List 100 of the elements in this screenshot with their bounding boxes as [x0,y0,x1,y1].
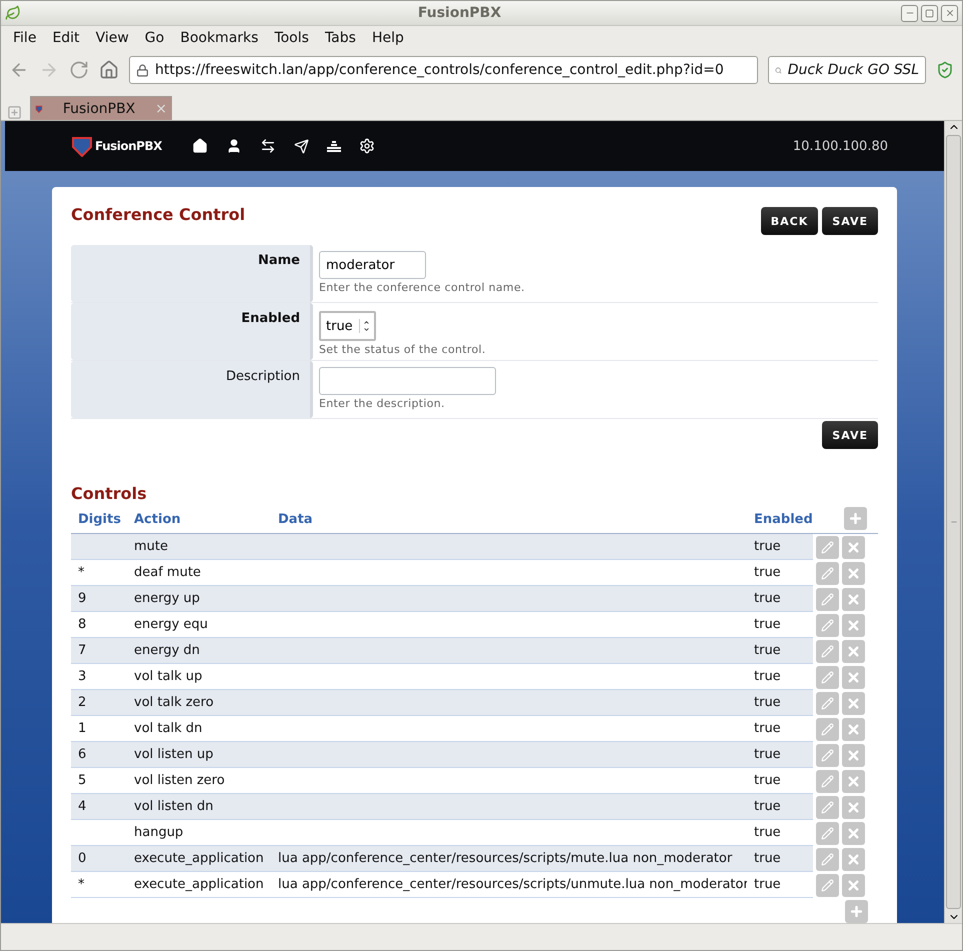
menu-item[interactable]: File [5,30,44,46]
table-cell: true [747,586,813,612]
plus-icon [848,510,863,526]
menu-item[interactable]: Go [136,30,172,46]
pencil-icon [821,670,834,684]
column-header: Action [133,512,182,529]
pencil-icon [821,748,834,762]
delete-button[interactable] [842,796,865,818]
send-icon[interactable] [294,138,309,154]
back-button[interactable]: BACK [760,207,818,235]
menu-item[interactable]: Help [364,30,412,46]
edit-button[interactable] [816,692,839,714]
add-button[interactable] [845,900,868,923]
pencil-icon [821,566,834,580]
browser-tab[interactable]: FusionPBX × [30,96,172,120]
add-button[interactable] [844,506,867,530]
delete-button[interactable] [842,562,865,584]
app-icon [5,5,21,21]
edit-button[interactable] [816,874,839,896]
edit-button[interactable] [816,640,839,662]
table-cell: vol talk zero [127,690,271,716]
logo[interactable]: FusionPBX [71,135,162,157]
edit-button[interactable] [816,796,839,818]
delete-button[interactable] [842,718,865,740]
table-cell [71,534,127,560]
edit-button[interactable] [816,848,839,870]
edit-button[interactable] [816,588,839,610]
save-button[interactable]: SAVE [822,421,878,449]
menu-item[interactable]: Tools [266,30,317,46]
pencil-icon [821,644,834,658]
menu-item[interactable]: Tabs [316,30,364,46]
delete-button[interactable] [842,744,865,766]
close-icon [846,826,861,840]
pencil-icon [821,826,834,840]
shield-icon[interactable] [936,61,954,79]
pencil-icon [821,774,834,788]
edit-button[interactable] [816,666,839,688]
delete-button[interactable] [842,640,865,662]
pencil-icon [821,696,834,710]
delete-button[interactable] [842,822,865,844]
column-header: Digits [77,512,122,529]
reload-icon[interactable] [69,60,89,80]
delete-button[interactable] [842,848,865,870]
pencil-icon [821,722,834,736]
delete-button[interactable] [842,692,865,714]
search-field[interactable]: Duck Duck GO SSL [768,56,926,84]
equalizer-icon[interactable] [326,139,341,153]
close-icon [846,592,861,606]
edit-button[interactable] [816,614,839,636]
close-icon [846,852,861,866]
select-field[interactable]: true [319,311,376,341]
input-field[interactable] [319,367,496,395]
table-cell: energy dn [127,638,271,664]
edit-button[interactable] [816,562,839,584]
settings-icon[interactable] [358,138,375,154]
menu-item[interactable]: View [88,30,137,46]
input-field[interactable]: moderator [319,251,426,279]
field-label: Name [71,245,313,302]
transfer-icon[interactable] [260,138,276,154]
updown-icon [358,319,370,333]
window-title: FusionPBX [416,5,502,21]
scroll-thumb[interactable] [946,135,961,909]
menu-item[interactable]: Bookmarks [172,30,266,46]
edit-button[interactable] [816,822,839,844]
table-cell: 4 [71,794,127,820]
table-cell: 6 [71,742,127,768]
field-label: Description [71,361,313,418]
url-text: https://freeswitch.lan/app/conference_controls/conference_control_edit.php?id=0 [155,62,724,78]
delete-button[interactable] [842,874,865,896]
user-icon[interactable] [226,138,242,154]
maximize-button[interactable] [921,4,938,22]
table-cell: energy up [127,586,271,612]
delete-button[interactable] [842,588,865,610]
search-placeholder: Duck Duck GO SSL [788,62,919,78]
scrollbar[interactable] [944,121,962,923]
edit-button[interactable] [816,770,839,792]
plus-icon [849,904,864,919]
delete-button[interactable] [842,770,865,792]
menu-item[interactable]: Edit [44,30,88,46]
close-icon [846,696,861,710]
close-icon [846,566,861,580]
close-button[interactable] [941,4,958,22]
delete-button[interactable] [842,614,865,636]
table-cell: 2 [71,690,127,716]
delete-button[interactable] [842,536,865,558]
delete-button[interactable] [842,666,865,688]
edit-button[interactable] [816,718,839,740]
table-cell: 0 [71,846,127,872]
table-cell: true [747,638,813,664]
tab-label: FusionPBX [62,100,136,116]
save-button[interactable]: SAVE [822,207,878,235]
close-icon [846,618,861,632]
address-field[interactable]: https://freeswitch.lan/app/conference_controls/conference_control_edit.php?id=0 [129,56,758,84]
edit-button[interactable] [816,744,839,766]
minimize-button[interactable] [901,4,918,22]
close-icon [846,800,861,814]
close-icon [846,722,861,736]
edit-button[interactable] [816,536,839,558]
new-tab-icon[interactable] [7,105,22,120]
ip-address: 10.100.100.80 [792,138,888,154]
